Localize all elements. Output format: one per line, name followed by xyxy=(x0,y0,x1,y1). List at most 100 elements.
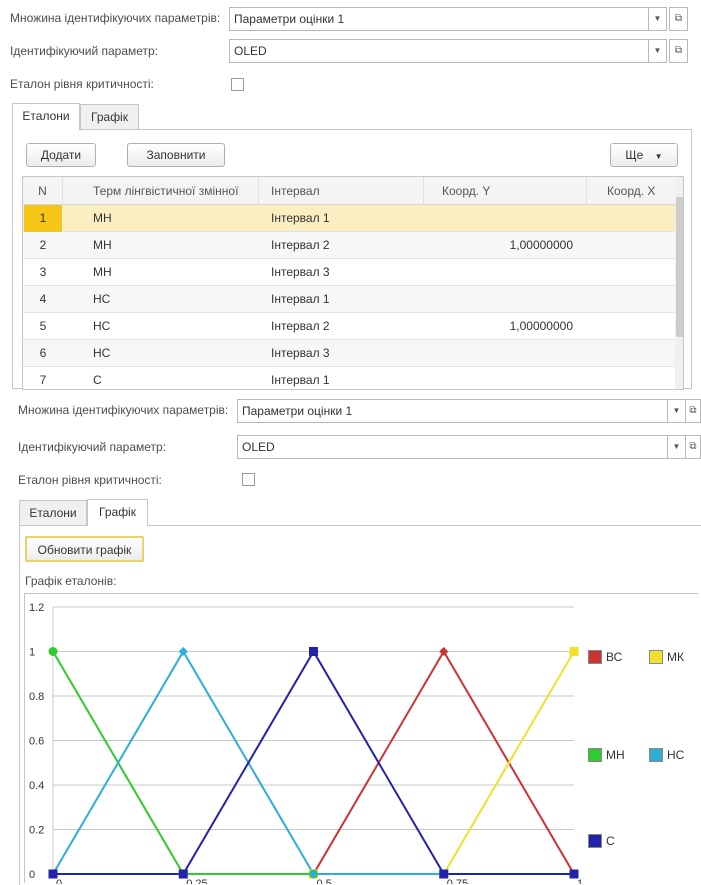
more-label: Ще xyxy=(625,148,644,162)
cell-term: С xyxy=(93,373,102,387)
cell-n: 3 xyxy=(39,265,47,279)
series-line xyxy=(53,649,575,875)
cell-n: 4 xyxy=(39,292,47,306)
cell-x xyxy=(587,205,675,232)
data-point xyxy=(439,647,449,656)
legend-swatch xyxy=(588,650,602,664)
data-point xyxy=(48,647,58,656)
cell-interval: Інтервал 1 xyxy=(271,373,330,387)
col-term[interactable]: Терм лінгвістичної змінної xyxy=(63,177,259,205)
tab-graph[interactable]: Графік xyxy=(80,104,139,130)
cell-interval: Інтервал 1 xyxy=(271,211,330,225)
param-label: Ідентифікуючий параметр: xyxy=(18,440,167,454)
cell-x xyxy=(587,259,675,286)
triangle-down-icon[interactable]: ▼ xyxy=(648,7,667,31)
cell-n: 6 xyxy=(39,346,47,360)
add-button[interactable]: Додати xyxy=(26,143,96,167)
legend-swatch xyxy=(588,834,602,848)
data-point xyxy=(439,869,449,879)
table-row[interactable]: 1 МН Інтервал 1 xyxy=(23,205,675,232)
y-tick-label: 0.6 xyxy=(29,736,44,748)
cell-term: МН xyxy=(93,265,112,279)
table-row[interactable]: 6 НС Інтервал 3 xyxy=(23,340,675,367)
cell-x xyxy=(587,313,675,340)
col-x[interactable]: Коорд. X xyxy=(587,177,677,205)
cell-interval: Інтервал 3 xyxy=(271,265,330,279)
cell-y xyxy=(424,367,587,389)
more-button[interactable]: Ще ▼ xyxy=(610,143,678,167)
set-field[interactable]: Параметри оцінки 1 xyxy=(229,7,649,31)
table-scrollbar[interactable] xyxy=(675,177,683,389)
refresh-graph-button[interactable]: Обновити графік xyxy=(25,536,144,562)
table-row[interactable]: 2 МН Інтервал 2 1,00000000 xyxy=(23,232,675,259)
data-point xyxy=(309,647,318,656)
legend-swatch xyxy=(649,650,663,664)
col-y[interactable]: Коорд. Y xyxy=(424,177,587,205)
param-field[interactable]: OLED xyxy=(237,435,668,459)
table-row[interactable]: 5 НС Інтервал 2 1,00000000 xyxy=(23,313,675,340)
etalon-checkbox[interactable] xyxy=(231,78,244,91)
cell-y xyxy=(424,205,587,232)
etalon-checkbox[interactable] xyxy=(242,473,255,486)
y-tick-label: 0 xyxy=(29,869,35,881)
etalons-panel: Додати Заповнити Ще ▼ N Терм лінгвістичн… xyxy=(12,129,692,390)
legend-label: НС xyxy=(667,748,685,762)
table-header: N Терм лінгвістичної змінної Інтервал Ко… xyxy=(23,177,677,205)
table-row[interactable]: 3 МН Інтервал 3 xyxy=(23,259,675,286)
table-row[interactable]: 4 НС Інтервал 1 xyxy=(23,286,675,313)
y-tick-label: 0.4 xyxy=(29,780,44,792)
triangle-down-icon[interactable]: ▼ xyxy=(667,435,686,459)
cell-y xyxy=(424,286,587,313)
data-point xyxy=(569,869,579,879)
legend-label: МК xyxy=(667,650,684,664)
set-label: Множина ідентифікуючих параметрів: xyxy=(10,11,221,25)
cell-n: 7 xyxy=(39,373,47,387)
cell-n: 5 xyxy=(39,319,47,333)
set-label: Множина ідентифікуючих параметрів: xyxy=(18,403,229,417)
col-interval[interactable]: Інтервал xyxy=(259,177,424,205)
chart-frame: 0 0.2 0.4 0.6 0.8 1 1.2 0 0.25 0.5 0.75 1 ВС МК МН НС С xyxy=(24,593,698,884)
legend-swatch xyxy=(649,748,663,762)
cell-term: МН xyxy=(93,238,112,252)
param-field[interactable]: OLED xyxy=(229,39,649,63)
graph-panel: Обновити графік Графік еталонів: 0 0.2 0.4… xyxy=(19,525,701,885)
cell-x xyxy=(587,367,675,389)
triangle-down-icon[interactable]: ▼ xyxy=(648,39,667,63)
tab-etalons[interactable]: Еталони xyxy=(12,103,80,130)
data-point xyxy=(178,869,188,879)
etalon-label: Еталон рівня критичності: xyxy=(18,473,162,487)
cell-term: МН xyxy=(93,211,112,225)
series-line xyxy=(52,649,574,875)
series-line xyxy=(53,649,574,875)
triangle-down-icon[interactable]: ▼ xyxy=(667,399,686,423)
cell-interval: Інтервал 2 xyxy=(271,238,330,252)
chart-caption: Графік еталонів: xyxy=(25,574,117,588)
cell-y xyxy=(424,340,587,367)
cell-x xyxy=(587,232,675,259)
cell-interval: Інтервал 2 xyxy=(271,319,330,333)
cell-term: НС xyxy=(93,292,111,306)
table-row[interactable]: 7 С Інтервал 1 xyxy=(23,367,675,389)
series-line xyxy=(53,650,575,875)
legend-swatch xyxy=(588,748,602,762)
tab-etalons[interactable]: Еталони xyxy=(19,500,87,526)
open-form-icon[interactable]: ⧉ xyxy=(669,39,688,63)
set-field[interactable]: Параметри оцінки 1 xyxy=(237,399,668,423)
open-form-icon[interactable]: ⧉ xyxy=(669,7,688,31)
cell-y: 1,00000000 xyxy=(509,238,573,252)
y-tick-label: 1 xyxy=(29,647,35,659)
open-form-icon[interactable]: ⧉ xyxy=(685,435,701,459)
cell-x xyxy=(587,340,675,367)
etalons-table[interactable]: N Терм лінгвістичної змінної Інтервал Ко… xyxy=(22,176,684,390)
legend-label: С xyxy=(606,834,615,848)
tab-graph[interactable]: Графік xyxy=(87,499,148,526)
y-tick-label: 0.8 xyxy=(29,691,44,703)
col-n[interactable]: N xyxy=(23,177,63,205)
fill-button[interactable]: Заповнити xyxy=(127,143,225,167)
series-line xyxy=(52,650,574,875)
scrollbar-thumb[interactable] xyxy=(676,197,683,337)
open-form-icon[interactable]: ⧉ xyxy=(685,399,701,423)
cell-term: НС xyxy=(93,319,111,333)
cell-interval: Інтервал 3 xyxy=(271,346,330,360)
y-tick-label: 0.2 xyxy=(29,825,44,837)
